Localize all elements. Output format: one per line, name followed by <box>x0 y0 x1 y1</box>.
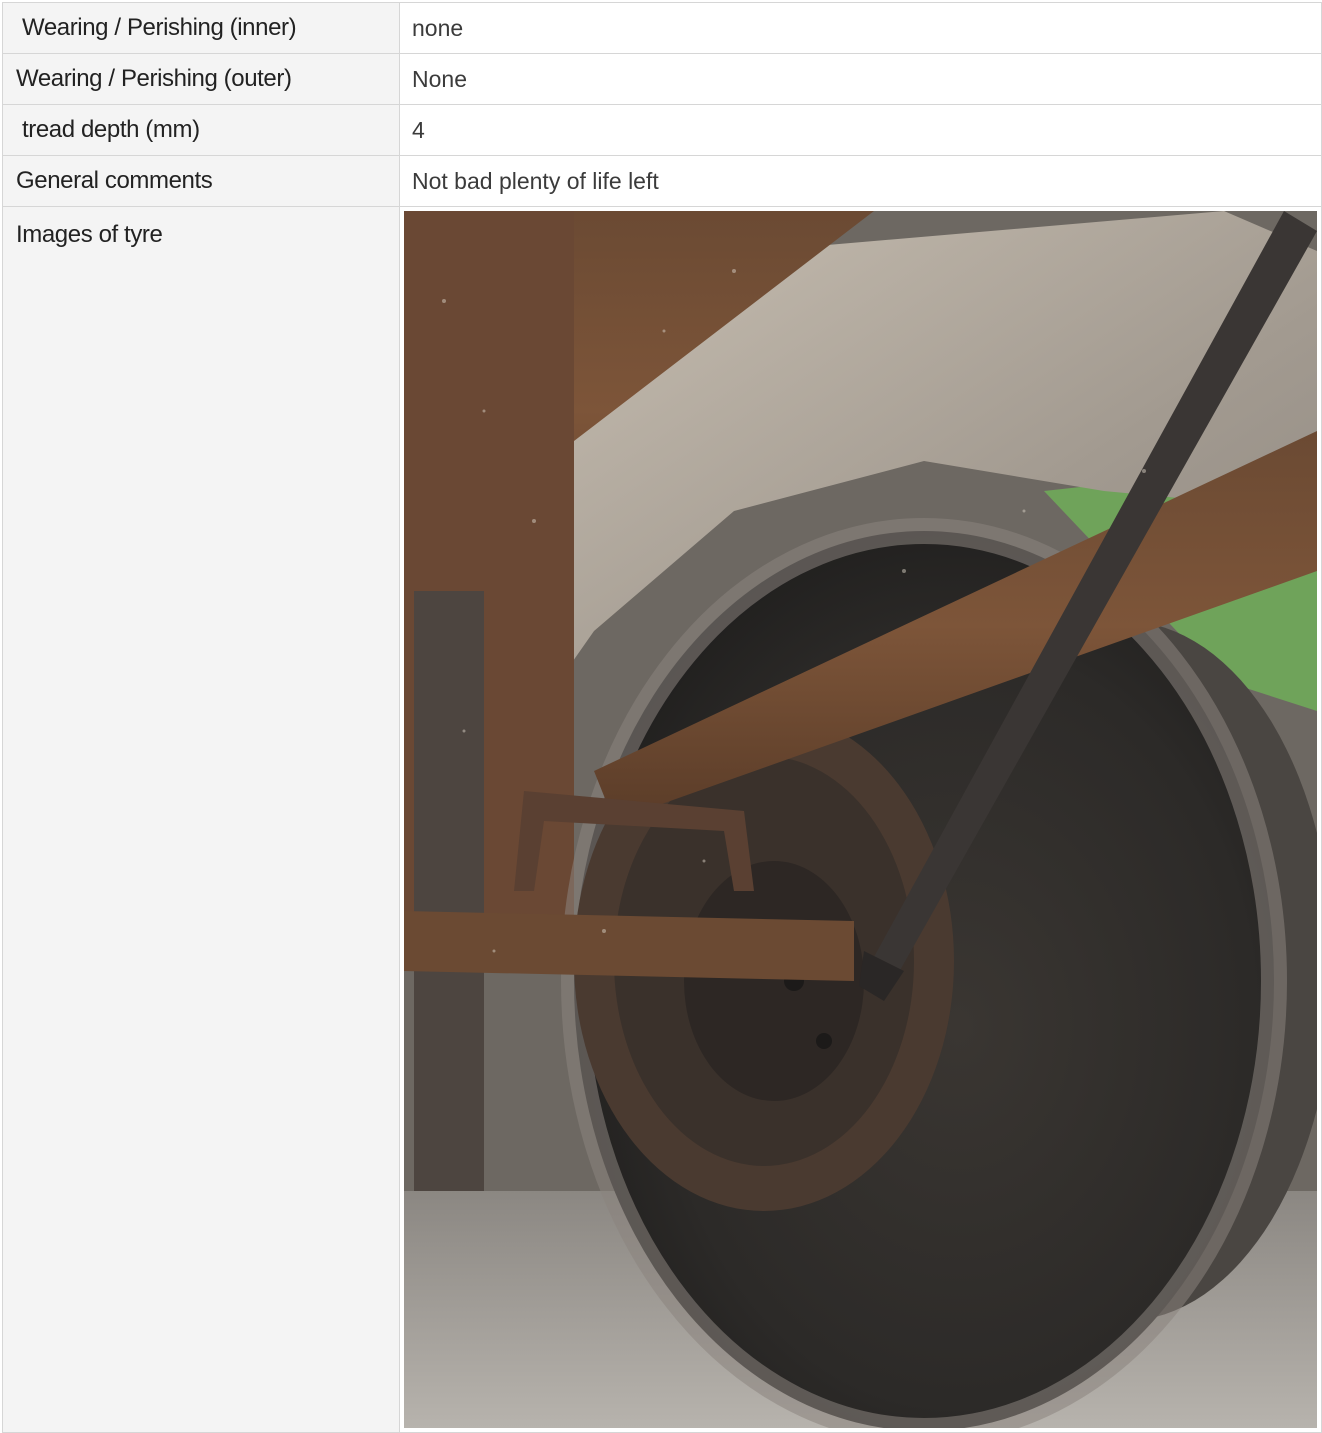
tyre-photo[interactable] <box>404 211 1317 1428</box>
table-row: General comments Not bad plenty of life … <box>2 155 1322 207</box>
row-label: Wearing / Perishing (inner) <box>2 2 400 54</box>
tyre-report-table: Wearing / Perishing (inner) none Wearing… <box>2 2 1322 1433</box>
table-row: Wearing / Perishing (inner) none <box>2 2 1322 54</box>
row-label: General comments <box>2 155 400 207</box>
row-label: Wearing / Perishing (outer) <box>2 53 400 105</box>
table-row: Wearing / Perishing (outer) None <box>2 53 1322 105</box>
row-label: tread depth (mm) <box>2 104 400 156</box>
row-label: Images of tyre <box>2 206 400 1433</box>
row-value: none <box>399 2 1322 54</box>
table-row: Images of tyre <box>2 206 1322 1433</box>
table-row: tread depth (mm) 4 <box>2 104 1322 156</box>
tyre-photo-cell <box>399 206 1322 1433</box>
row-value: 4 <box>399 104 1322 156</box>
row-value: None <box>399 53 1322 105</box>
row-value: Not bad plenty of life left <box>399 155 1322 207</box>
